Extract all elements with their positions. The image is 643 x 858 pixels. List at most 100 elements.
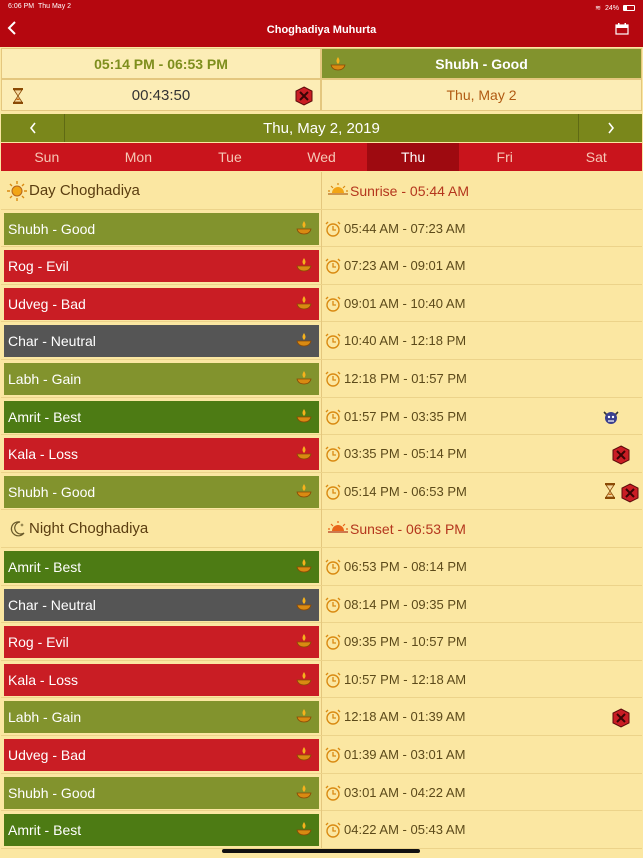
tab-sun[interactable]: Sun (1, 143, 93, 171)
table-row[interactable]: Shubh - Good 03:01 AM - 04:22 AM (1, 773, 642, 812)
sun-icon (7, 181, 27, 201)
diya-icon (296, 408, 312, 422)
sunset-icon (328, 521, 348, 533)
sunrise-time: Sunrise - 05:44 AM (321, 172, 642, 209)
chevron-right-icon (607, 122, 614, 134)
tab-tue[interactable]: Tue (184, 143, 276, 171)
alarm-clock-icon (325, 785, 341, 801)
summary-date: Thu, May 2 (321, 79, 642, 111)
choghadiya-time: 03:01 AM - 04:22 AM (321, 773, 642, 811)
countdown-cell: 00:43:50 (1, 79, 321, 111)
chevron-left-icon (29, 122, 36, 134)
diya-icon (296, 634, 312, 648)
night-choghadiya-heading: Night Choghadiya (1, 510, 321, 547)
choghadiya-time: 07:23 AM - 09:01 AM (321, 247, 642, 285)
table-row[interactable]: Amrit - Best 01:57 PM - 03:35 PM (1, 397, 642, 436)
table-row[interactable]: Udveg - Bad 09:01 AM - 10:40 AM (1, 284, 642, 323)
table-row[interactable]: Char - Neutral 08:14 PM - 09:35 PM (1, 585, 642, 624)
choghadiya-time: 05:14 PM - 06:53 PM (321, 472, 642, 510)
tab-thu[interactable]: Thu (367, 143, 459, 171)
diya-icon (296, 709, 312, 723)
battery-icon (623, 5, 635, 11)
table-row[interactable]: Labh - Gain 12:18 PM - 01:57 PM (1, 360, 642, 398)
choghadiya-time: 10:57 PM - 12:18 AM (321, 660, 642, 698)
choghadiya-name: Amrit - Best (4, 551, 319, 583)
alarm-clock-icon (325, 333, 341, 350)
choghadiya-time: 09:01 AM - 10:40 AM (321, 284, 642, 322)
tab-wed[interactable]: Wed (276, 143, 368, 171)
choghadiya-time: 04:22 AM - 05:43 AM (321, 811, 642, 849)
home-indicator[interactable] (222, 849, 420, 853)
next-day-button[interactable] (578, 114, 642, 142)
alarm-clock-icon (325, 747, 341, 763)
table-row[interactable]: Kala - Loss 03:35 PM - 05:14 PM (1, 435, 642, 473)
wifi-icon: ≋ (595, 5, 601, 12)
table-row[interactable]: Rog - Evil 09:35 PM - 10:57 PM (1, 623, 642, 661)
alarm-clock-icon (325, 822, 341, 838)
tab-mon[interactable]: Mon (93, 143, 185, 171)
table-row[interactable]: Rog - Evil 07:23 AM - 09:01 AM (1, 247, 642, 285)
diya-icon (296, 258, 312, 272)
choghadiya-name: Rog - Evil (4, 626, 319, 659)
choghadiya-time: 10:40 AM - 12:18 PM (321, 322, 642, 360)
table-row[interactable]: Kala - Loss 10:57 PM - 12:18 AM (1, 660, 642, 699)
choghadiya-name: Labh - Gain (4, 701, 319, 734)
choghadiya-name: Amrit - Best (4, 814, 319, 847)
choghadiya-name: Udveg - Bad (4, 739, 319, 771)
choghadiya-name: Char - Neutral (4, 325, 319, 358)
choghadiya-name: Labh - Gain (4, 363, 319, 395)
rahu-kaal-icon (612, 445, 630, 465)
diya-icon (296, 671, 312, 686)
moon-icon (10, 521, 25, 537)
choghadiya-time: 12:18 AM - 01:39 AM (321, 698, 642, 736)
alarm-clock-icon (325, 371, 341, 387)
current-choghadiya: Shubh - Good (321, 48, 642, 79)
table-row[interactable]: Amrit - Best 06:53 PM - 08:14 PM (1, 548, 642, 586)
tab-sat[interactable]: Sat (550, 143, 642, 171)
table-row[interactable]: Udveg - Bad 01:39 AM - 03:01 AM (1, 736, 642, 774)
choghadiya-time: 01:57 PM - 03:35 PM (321, 397, 642, 435)
table-row[interactable]: Shubh - Good 05:44 AM - 07:23 AM (1, 209, 642, 248)
table-row[interactable]: Amrit - Best 04:22 AM - 05:43 AM (1, 811, 642, 849)
choghadiya-time: 05:44 AM - 07:23 AM (321, 209, 642, 247)
table-row[interactable]: Shubh - Good 05:14 PM - 06:53 PM (1, 472, 642, 511)
table-row[interactable]: Labh - Gain 12:18 AM - 01:39 AM (1, 698, 642, 736)
choghadiya-name: Shubh - Good (4, 212, 319, 245)
choghadiya-name: Amrit - Best (4, 400, 319, 433)
sunset-time: Sunset - 06:53 PM (321, 510, 642, 548)
calendar-icon (615, 23, 629, 35)
choghadiya-name: Kala - Loss (4, 663, 319, 696)
choghadiya-time: 12:18 PM - 01:57 PM (321, 360, 642, 397)
calendar-button[interactable] (615, 22, 629, 35)
alarm-clock-icon (325, 296, 341, 312)
choghadiya-name: Shubh - Good (4, 475, 319, 508)
choghadiya-time: 06:53 PM - 08:14 PM (321, 548, 642, 585)
choghadiya-name: Rog - Evil (4, 250, 319, 283)
page-title: Choghadiya Muhurta (266, 24, 377, 36)
alarm-clock-icon (325, 258, 341, 274)
selected-date[interactable]: Thu, May 2, 2019 (65, 114, 578, 142)
choghadiya-name: Kala - Loss (4, 438, 319, 471)
rahu-kaal-icon (295, 86, 313, 106)
alarm-clock-icon (325, 597, 341, 613)
choghadiya-time: 03:35 PM - 05:14 PM (321, 435, 642, 473)
sunrise-icon (328, 183, 348, 195)
countdown-timer: 00:43:50 (131, 86, 191, 104)
diya-icon (296, 784, 312, 798)
diya-icon (296, 295, 312, 310)
hourglass-icon (605, 482, 615, 499)
battery-percent: 24% (604, 4, 619, 12)
day-choghadiya-heading: Day Choghadiya (1, 172, 321, 209)
alarm-clock-icon (325, 559, 341, 575)
status-indicators: ≋ 24% (595, 3, 635, 13)
previous-day-button[interactable] (1, 114, 65, 142)
diya-icon (296, 371, 312, 385)
choghadiya-time: 08:14 PM - 09:35 PM (321, 585, 642, 623)
tab-fri[interactable]: Fri (459, 143, 551, 171)
night-section-header: Night Choghadiya Sunset - 06:53 PM (1, 510, 642, 548)
choghadiya-name: Shubh - Good (4, 776, 319, 809)
current-choghadiya-summary: 05:14 PM - 06:53 PM Shubh - Good 00:43:5… (1, 48, 642, 111)
choghadiya-name: Udveg - Bad (4, 287, 319, 320)
table-row[interactable]: Char - Neutral 10:40 AM - 12:18 PM (1, 322, 642, 360)
alarm-clock-icon (325, 446, 341, 462)
